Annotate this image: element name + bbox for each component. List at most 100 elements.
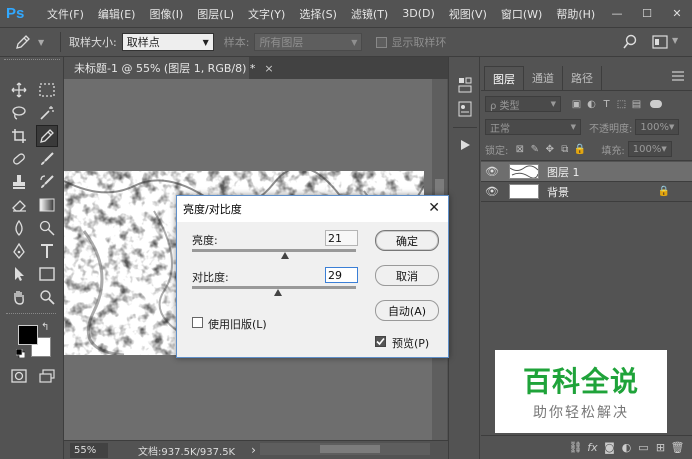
legacy-checkbox[interactable] xyxy=(192,317,203,328)
blend-mode-select[interactable]: 正常 ▼ xyxy=(485,119,581,135)
menu-select[interactable]: 选择(S) xyxy=(292,6,344,22)
shape-filter-icon[interactable]: ⬚ xyxy=(614,97,629,112)
type-tool-icon[interactable] xyxy=(36,240,58,262)
add-mask-icon[interactable]: ◙ xyxy=(601,439,618,456)
swap-colors-icon[interactable]: ↰ xyxy=(41,322,49,333)
link-layers-icon[interactable]: ⛓ xyxy=(567,439,584,456)
marquee-tool-icon[interactable] xyxy=(36,79,58,101)
menu-3d[interactable]: 3D(D) xyxy=(395,7,442,20)
filter-toggle-icon[interactable] xyxy=(650,100,662,108)
adjustment-layer-icon[interactable]: ◐ xyxy=(618,439,635,456)
stamp-tool-icon[interactable] xyxy=(8,171,30,193)
search-icon[interactable] xyxy=(622,34,638,53)
menu-window[interactable]: 窗口(W) xyxy=(494,6,549,22)
contrast-slider-handle[interactable] xyxy=(274,289,283,296)
maximize-button[interactable]: ☐ xyxy=(632,0,662,27)
zoom-level[interactable]: 55% xyxy=(70,442,108,458)
menu-view[interactable]: 视图(V) xyxy=(442,6,494,22)
contrast-input[interactable]: 29 xyxy=(325,267,358,283)
eye-icon[interactable]: 👁 xyxy=(481,165,503,178)
ok-button[interactable]: 确定 xyxy=(375,230,439,251)
menu-type[interactable]: 文字(Y) xyxy=(241,6,292,22)
panel-menu-icon[interactable] xyxy=(672,71,684,84)
filter-kind-select[interactable]: ρ 类型 ▼ xyxy=(485,96,561,112)
menu-edit[interactable]: 编辑(E) xyxy=(91,6,143,22)
chevron-down-icon[interactable]: ▼ xyxy=(38,38,52,47)
layer-row-1[interactable]: 👁 图层 1 xyxy=(481,162,692,182)
screen-mode-icon[interactable] xyxy=(36,365,58,387)
brush-tool-icon[interactable] xyxy=(36,148,58,170)
default-colors-icon[interactable] xyxy=(15,348,26,359)
menu-layer[interactable]: 图层(L) xyxy=(190,6,241,22)
lock-position-icon[interactable]: ✥ xyxy=(542,142,557,157)
lock-artboard-icon[interactable]: ⧉ xyxy=(557,142,572,157)
toolbox-grip[interactable] xyxy=(4,59,60,64)
brightness-input[interactable]: 21 xyxy=(325,230,358,246)
new-group-icon[interactable]: ▭ xyxy=(635,439,652,456)
horizontal-scrollbar[interactable] xyxy=(260,443,430,455)
close-icon[interactable]: ✕ xyxy=(428,200,440,216)
document-tab[interactable]: 未标题-1 @ 55% (图层 1, RGB/8) * × xyxy=(64,57,274,79)
show-ring-checkbox[interactable] xyxy=(376,36,388,48)
move-tool-icon[interactable] xyxy=(8,79,30,101)
healing-brush-tool-icon[interactable] xyxy=(8,148,30,170)
lock-image-icon[interactable]: ✎ xyxy=(527,142,542,157)
trash-icon[interactable]: 🗑 xyxy=(669,439,686,456)
smart-object-filter-icon[interactable]: ▤ xyxy=(629,97,644,112)
status-menu-arrow[interactable]: › xyxy=(251,443,256,457)
hand-tool-icon[interactable] xyxy=(8,286,30,308)
eyedropper-preset-icon[interactable] xyxy=(8,34,38,50)
pen-tool-icon[interactable] xyxy=(8,240,30,262)
fx-icon[interactable]: fx xyxy=(584,439,601,456)
quick-mask-icon[interactable] xyxy=(8,365,30,387)
lock-all-icon[interactable]: 🔒 xyxy=(572,142,587,157)
properties-panel-icon[interactable] xyxy=(455,99,475,119)
zoom-tool-icon[interactable] xyxy=(36,286,58,308)
gradient-tool-icon[interactable] xyxy=(36,194,58,216)
crop-tool-icon[interactable] xyxy=(8,125,30,147)
preview-checkbox[interactable] xyxy=(375,336,386,347)
lock-pixels-icon[interactable]: ⊠ xyxy=(512,142,527,157)
sample-size-select[interactable]: 取样点 ▼ xyxy=(121,33,214,51)
opacity-field[interactable]: 100% ▼ xyxy=(635,119,680,135)
adjustment-filter-icon[interactable]: ◐ xyxy=(584,97,599,112)
rectangle-tool-icon[interactable] xyxy=(36,263,58,285)
brightness-slider-handle[interactable] xyxy=(281,252,290,259)
eye-icon[interactable]: 👁 xyxy=(481,185,503,198)
path-selection-tool-icon[interactable] xyxy=(8,263,30,285)
image-filter-icon[interactable]: ▣ xyxy=(569,97,584,112)
cancel-button[interactable]: 取消 xyxy=(375,265,439,286)
horizontal-scroll-thumb[interactable] xyxy=(320,445,380,453)
eraser-tool-icon[interactable] xyxy=(8,194,30,216)
minimize-button[interactable]: — xyxy=(602,0,632,27)
menu-help[interactable]: 帮助(H) xyxy=(549,6,602,22)
eyedropper-tool-icon[interactable] xyxy=(36,125,58,147)
tab-layers[interactable]: 图层 xyxy=(484,66,524,90)
menu-image[interactable]: 图像(I) xyxy=(142,6,190,22)
lasso-tool-icon[interactable] xyxy=(8,102,30,124)
brightness-slider-track[interactable] xyxy=(192,249,356,252)
workspace-icon[interactable] xyxy=(652,35,668,52)
foreground-color-swatch[interactable] xyxy=(18,325,38,345)
close-icon[interactable]: × xyxy=(264,62,273,75)
magic-wand-tool-icon[interactable] xyxy=(36,102,58,124)
tab-channels[interactable]: 通道 xyxy=(524,66,563,90)
lock-label: 锁定: xyxy=(485,145,509,157)
close-button[interactable]: ✕ xyxy=(662,0,692,27)
sample-select[interactable]: 所有图层 ▼ xyxy=(254,33,363,51)
menu-file[interactable]: 文件(F) xyxy=(40,6,91,22)
blur-tool-icon[interactable] xyxy=(8,217,30,239)
history-brush-tool-icon[interactable] xyxy=(36,171,58,193)
chevron-down-icon[interactable]: ▼ xyxy=(672,36,678,45)
menu-filter[interactable]: 滤镜(T) xyxy=(344,6,395,22)
dialog-titlebar[interactable]: 亮度/对比度 ✕ xyxy=(177,196,448,222)
fill-field[interactable]: 100% ▼ xyxy=(627,141,672,157)
tab-paths[interactable]: 路径 xyxy=(563,66,602,90)
history-panel-icon[interactable] xyxy=(455,75,475,95)
layer-row-background[interactable]: 👁 背景 🔒 xyxy=(481,182,692,202)
play-action-icon[interactable] xyxy=(455,135,475,155)
auto-button[interactable]: 自动(A) xyxy=(375,300,439,321)
new-layer-icon[interactable]: ⊞ xyxy=(652,439,669,456)
type-filter-icon[interactable]: T xyxy=(599,97,614,112)
dodge-tool-icon[interactable] xyxy=(36,217,58,239)
